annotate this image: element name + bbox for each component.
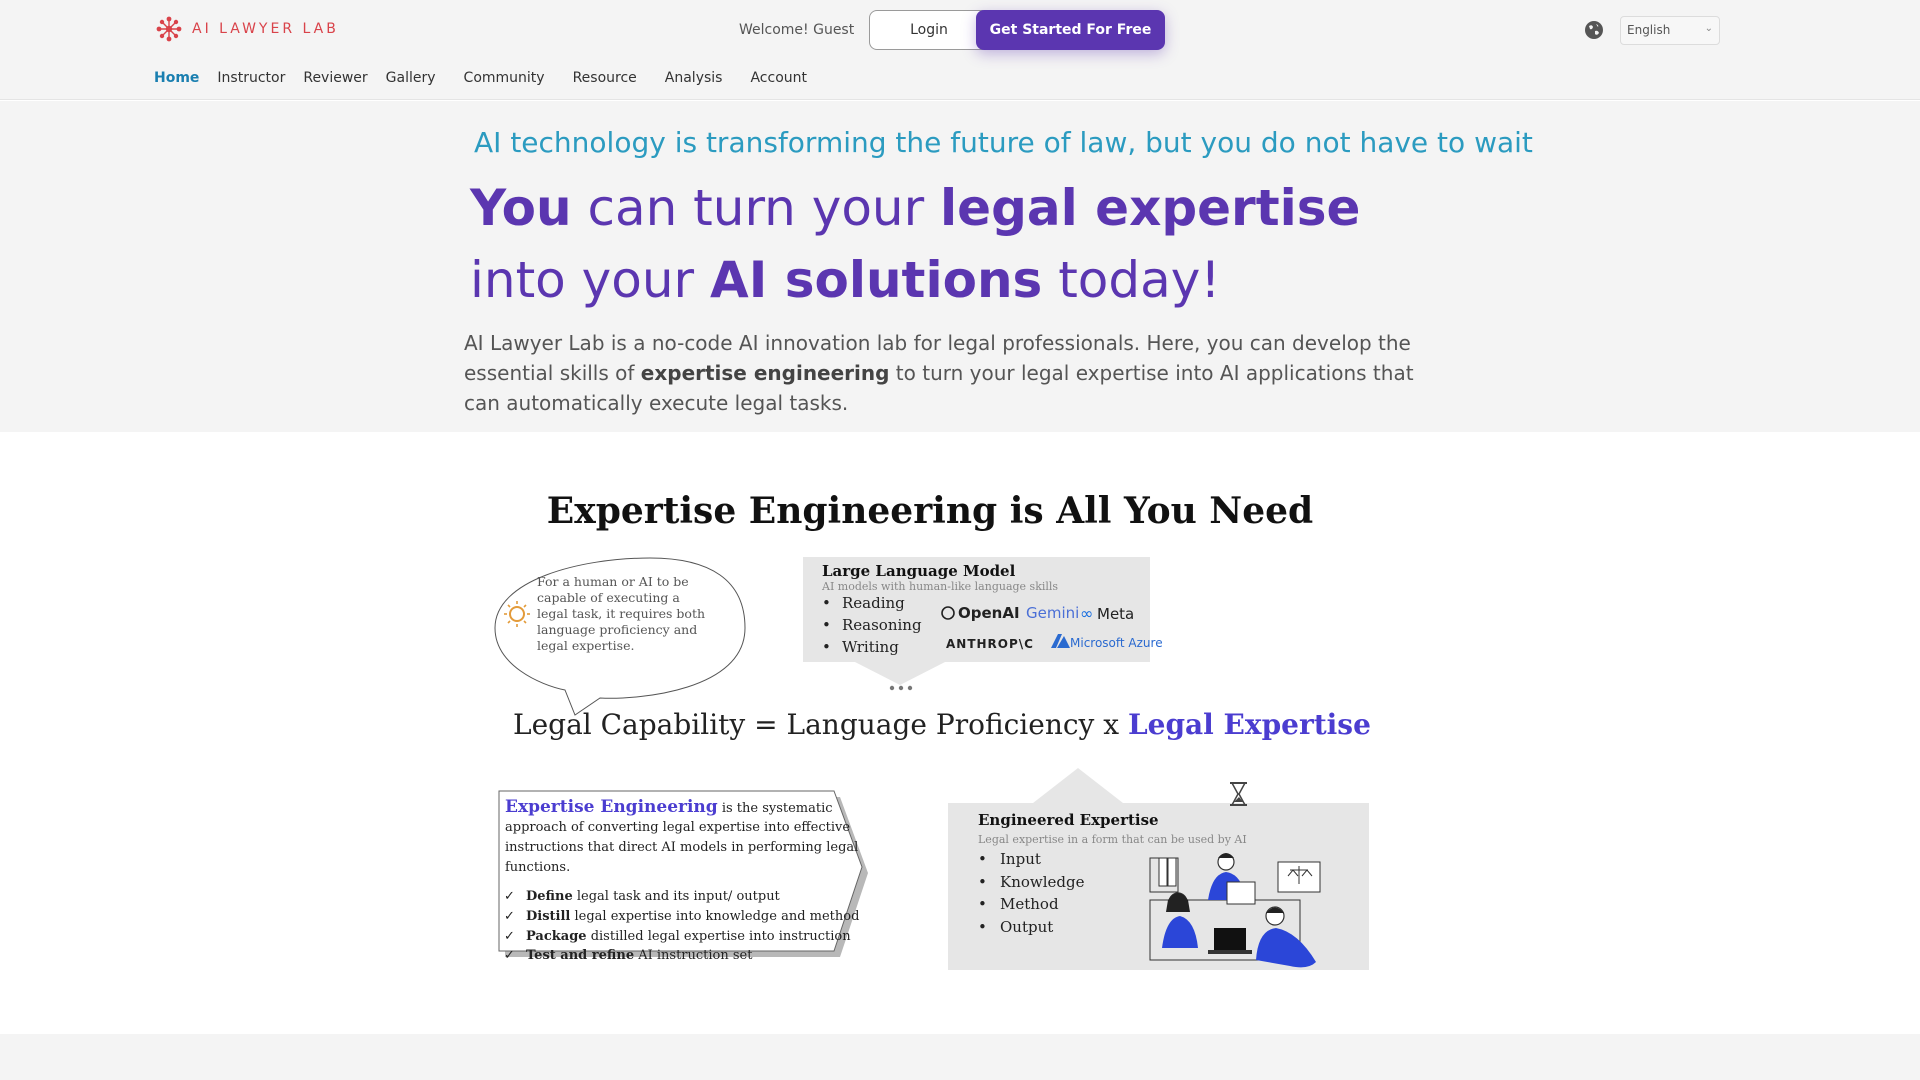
ee-step: Test and refine AI instruction set [526, 948, 753, 963]
eng-item: Output [1000, 918, 1053, 936]
nav-resource[interactable]: Resource [573, 70, 637, 86]
bubble-line: legal expertise. [537, 638, 634, 653]
eng-item: Input [1000, 850, 1041, 868]
bullet: • [978, 918, 987, 936]
hero-tagline: AI technology is transforming the future… [474, 126, 1533, 159]
bullet: • [978, 850, 987, 868]
language-value: English [1627, 23, 1671, 37]
meta-logo-text: Meta [1097, 605, 1134, 623]
bubble-line: language proficiency and [537, 622, 697, 637]
azure-logo-text: Microsoft Azure [1070, 636, 1163, 650]
step-bold: Package [526, 929, 587, 944]
expertise-engineering-box: Expertise Engineering is the systematic … [498, 790, 868, 963]
step-text: AI instruction set [634, 948, 753, 963]
llm-item: Reasoning [842, 616, 922, 634]
logo-icon [156, 16, 182, 42]
top-header: AI LAWYER LAB Welcome! Guest Login Get S… [0, 0, 1920, 100]
nav-reviewer[interactable]: Reviewer [303, 70, 367, 86]
brand-logo[interactable]: AI LAWYER LAB [154, 14, 339, 44]
llm-item: Writing [842, 638, 899, 656]
meta-infinity-icon: ∞ [1080, 604, 1093, 623]
lead-part: expertise engineering [640, 361, 890, 385]
headline-part: You [470, 179, 572, 237]
bullet: • [978, 873, 987, 891]
speech-bubble: For a human or AI to be capable of execu… [494, 557, 746, 716]
eng-item: Method [1000, 895, 1059, 913]
llm-box: Large Language Model AI models with huma… [803, 557, 1163, 691]
gemini-logo: Gemini [1026, 604, 1079, 622]
llm-subtitle: AI models with human-like language skill… [821, 580, 1058, 593]
ee-step: Package distilled legal expertise into i… [526, 929, 851, 944]
section-title: Expertise Engineering is All You Need [546, 490, 1314, 532]
main-nav: Home Instructor Reviewer Gallery Communi… [154, 70, 825, 86]
nav-gallery[interactable]: Gallery [386, 70, 436, 86]
llm-item: Reading [842, 594, 905, 612]
bullet: • [822, 616, 831, 634]
bullet: • [822, 594, 831, 612]
bubble-line: capable of executing a [537, 590, 680, 605]
bullet: • [978, 895, 987, 913]
ee-title: Expertise Engineering [505, 797, 718, 817]
step-text: distilled legal expertise into instructi… [587, 929, 852, 944]
headline-part: can turn your [571, 179, 941, 237]
brand-name: AI LAWYER LAB [192, 21, 339, 37]
eng-subtitle: Legal expertise in a form that can be us… [978, 833, 1247, 846]
equation-left: Legal Capability = Language Proficiency … [513, 708, 1128, 741]
eng-title: Engineered Expertise [978, 811, 1159, 829]
step-bold: Test and refine [526, 948, 634, 963]
meta-logo: ∞ Meta [1080, 604, 1134, 623]
nav-instructor[interactable]: Instructor [217, 70, 285, 86]
welcome-text: Welcome! Guest [739, 22, 855, 38]
bubble-line: legal task, it requires both [537, 606, 705, 621]
step-bold: Distill [526, 909, 570, 924]
openai-logo-text: OpenAI [958, 604, 1020, 622]
hourglass-icon [1230, 782, 1247, 806]
bullet: • [822, 638, 831, 656]
step-bold: Define [526, 889, 573, 904]
ee-desc-line: approach of converting legal expertise i… [505, 820, 850, 835]
ee-step: Define legal task and its input/ output [526, 889, 781, 904]
language-select[interactable]: English ⌄ [1620, 16, 1720, 45]
ee-desc-line: functions. [505, 860, 570, 875]
capability-equation: Legal Capability = Language Proficiency … [513, 708, 1371, 741]
globe-icon[interactable] [1584, 20, 1604, 40]
next-section-band [0, 1034, 1920, 1080]
step-text: legal expertise into knowledge and metho… [570, 909, 859, 924]
headline-part: legal expertise [940, 179, 1361, 237]
headline-part: today! [1042, 251, 1221, 309]
anthropic-logo: ANTHROP\C [946, 637, 1034, 651]
eng-item: Knowledge [1000, 873, 1085, 891]
get-started-button[interactable]: Get Started For Free [976, 10, 1165, 50]
equation-right: Legal Expertise [1128, 708, 1371, 741]
ee-desc-line: instructions that direct AI models in pe… [505, 840, 858, 855]
hero-description: AI Lawyer Lab is a no-code AI innovation… [464, 328, 1444, 418]
headline-part: AI solutions [710, 251, 1043, 309]
engineered-expertise-box: Engineered Expertise Legal expertise in … [948, 768, 1369, 970]
more-dots-icon [889, 685, 913, 691]
nav-home[interactable]: Home [154, 70, 199, 86]
hero-headline: You can turn your legal expertise into y… [470, 172, 1470, 316]
ee-step: Distill legal expertise into knowledge a… [526, 909, 859, 924]
llm-title: Large Language Model [822, 562, 1016, 580]
headline-part: into your [470, 251, 710, 309]
nav-community[interactable]: Community [464, 70, 545, 86]
check-icon: ✓ [504, 929, 515, 944]
nav-analysis[interactable]: Analysis [665, 70, 723, 86]
step-text: legal task and its input/ output [573, 889, 781, 904]
check-icon: ✓ [504, 909, 515, 924]
check-icon: ✓ [504, 948, 515, 963]
expertise-diagram: For a human or AI to be capable of execu… [494, 557, 1371, 970]
ee-desc-part: is the systematic [718, 801, 833, 816]
chevron-down-icon: ⌄ [1704, 23, 1713, 34]
nav-account[interactable]: Account [750, 70, 807, 86]
login-button[interactable]: Login [869, 10, 989, 50]
bubble-line: For a human or AI to be [537, 574, 689, 589]
check-icon: ✓ [504, 889, 515, 904]
